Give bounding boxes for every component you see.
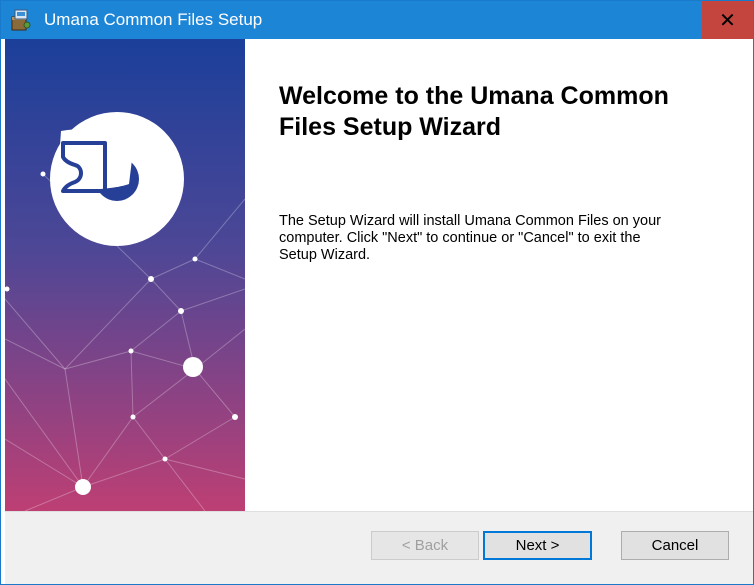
next-button[interactable]: Next > — [483, 531, 592, 560]
welcome-heading: Welcome to the Umana Common Files Setup … — [279, 82, 669, 141]
title-bar[interactable]: Umana Common Files Setup ✕ — [1, 1, 753, 39]
puzzle-logo-icon — [50, 112, 184, 246]
button-bar: < Back Next > Cancel — [5, 511, 753, 584]
wizard-banner — [5, 39, 245, 511]
installer-package-icon — [9, 8, 33, 32]
close-icon: ✕ — [719, 9, 736, 32]
window-title: Umana Common Files Setup — [44, 10, 263, 29]
back-button[interactable]: < Back — [371, 531, 479, 560]
setup-wizard-window: Umana Common Files Setup ✕ Welcome to th… — [0, 0, 754, 585]
wizard-content: Welcome to the Umana Common Files Setup … — [245, 39, 753, 511]
close-button[interactable]: ✕ — [702, 1, 753, 39]
welcome-description: The Setup Wizard will install Umana Comm… — [279, 213, 661, 263]
cancel-button[interactable]: Cancel — [621, 531, 729, 560]
